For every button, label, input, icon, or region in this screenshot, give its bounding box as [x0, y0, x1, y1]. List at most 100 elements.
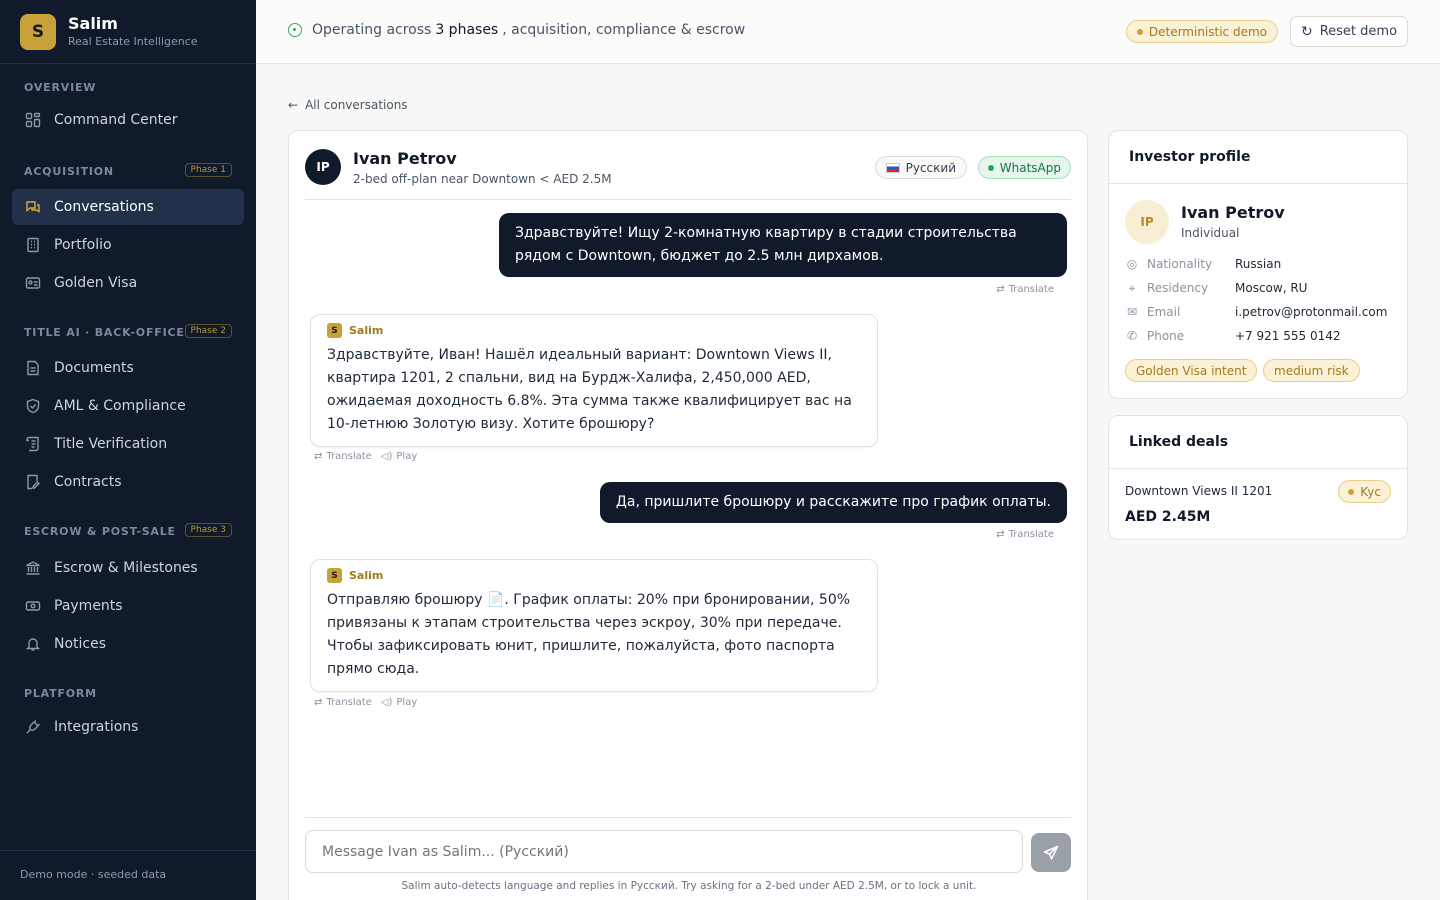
russian-flag-icon	[885, 162, 900, 173]
field-value[interactable]: +7 921 555 0142	[1235, 329, 1340, 343]
field-nationality: ◎ Nationality Russian	[1125, 255, 1395, 273]
message-incoming: S Salim Отправляю брошюру 📄. График опла…	[310, 559, 878, 692]
translate-label: Translate	[326, 451, 372, 462]
bell-icon	[24, 635, 42, 653]
sidebar-item-label: Title Verification	[54, 436, 168, 452]
brand[interactable]: S Salim Real Estate Intelligence	[0, 0, 256, 64]
sidebar-item-command-center[interactable]: Command Center	[12, 102, 244, 138]
scroll-icon	[24, 435, 42, 453]
field-residency: ⌖ Residency Moscow, RU	[1125, 279, 1395, 297]
phone-icon: ✆	[1126, 329, 1138, 343]
investor-type: Individual	[1181, 226, 1240, 240]
message-actions: ⇄ Translate	[996, 529, 1063, 540]
badge-dot-icon	[1136, 28, 1143, 35]
divider	[1109, 468, 1407, 469]
sidebar-item-escrow-milestones[interactable]: Escrow & Milestones	[12, 550, 244, 586]
phase-badge: Phase 1	[184, 163, 232, 177]
channel-dot-icon	[987, 164, 994, 171]
field-label: Phone	[1147, 329, 1185, 343]
send-icon	[1043, 845, 1059, 860]
sidebar-item-conversations[interactable]: Conversations	[12, 189, 244, 225]
play-button[interactable]: ◁) Play	[381, 697, 417, 708]
tag-golden-visa-intent: Golden Visa intent	[1125, 359, 1258, 382]
chat-icon	[24, 198, 42, 216]
translate-icon: ⇄	[314, 697, 323, 708]
status-line: Operating across 3 phases , acquisition,…	[288, 22, 745, 38]
message-actions: ⇄ Translate ◁) Play	[314, 697, 426, 708]
phase-badge: Phase 3	[184, 523, 232, 537]
section-label-title-ai: TITLE AI · BACK-OFFICE	[24, 326, 185, 339]
building-icon	[24, 236, 42, 254]
card-title: Investor profile	[1129, 149, 1251, 165]
message-sender: S Salim	[327, 323, 861, 338]
composer-hint: Salim auto-detects language and replies …	[401, 880, 977, 892]
message-text: Здравствуйте! Ищу 2-комнатную квартиру в…	[515, 225, 1017, 264]
card-title: Linked deals	[1129, 434, 1229, 450]
back-link-label: All conversations	[305, 98, 408, 112]
chat-panel: IP Ivan Petrov 2-bed off-plan near Downt…	[288, 130, 1088, 900]
avatar: IP	[305, 149, 341, 185]
translate-icon: ⇄	[996, 284, 1005, 295]
sidebar-footer: Demo mode · seeded data	[0, 850, 256, 900]
divider	[1109, 183, 1407, 184]
status-phases: 3 phases	[435, 22, 499, 38]
grid-icon	[24, 111, 42, 129]
demo-badge-label: Deterministic demo	[1148, 24, 1267, 39]
sidebar-item-label: Portfolio	[54, 237, 112, 253]
sidebar-item-integrations[interactable]: Integrations	[12, 709, 244, 745]
message-outgoing: Да, пришлите брошюру и расскажите про гр…	[599, 482, 1067, 523]
section-label-acquisition: ACQUISITION	[24, 165, 114, 178]
topbar: Operating across 3 phases , acquisition,…	[256, 0, 1440, 64]
sender-name: Salim	[349, 324, 384, 337]
sidebar-item-label: Integrations	[54, 719, 139, 735]
message-text: Да, пришлите брошюру и расскажите про гр…	[615, 494, 1051, 510]
field-label: Nationality	[1147, 257, 1213, 271]
message-sender: S Salim	[327, 568, 861, 583]
sidebar-item-notices[interactable]: Notices	[12, 626, 244, 662]
deal-amount: AED 2.45M	[1125, 509, 1211, 525]
field-value: Moscow, RU	[1235, 281, 1308, 295]
status-suffix: , acquisition, compliance & escrow	[502, 22, 746, 38]
mail-icon: ✉	[1126, 305, 1138, 319]
speaker-icon: ◁)	[380, 697, 393, 708]
sidebar-item-golden-visa[interactable]: Golden Visa	[12, 265, 244, 301]
sidebar-item-documents[interactable]: Documents	[12, 350, 244, 386]
field-label: Email	[1147, 305, 1181, 319]
field-phone: ✆ Phone +7 921 555 0142	[1125, 327, 1395, 345]
translate-button[interactable]: ⇄ Translate	[314, 697, 372, 708]
send-button[interactable]	[1031, 833, 1071, 872]
divider	[305, 817, 1071, 818]
sidebar-item-label: Golden Visa	[54, 275, 138, 291]
message-input[interactable]	[305, 830, 1023, 873]
tag-risk-level: medium risk	[1263, 359, 1360, 382]
chat-header: IP Ivan Petrov 2-bed off-plan near Downt…	[305, 147, 1071, 200]
phase-badge: Phase 2	[184, 324, 232, 338]
back-to-conversations-link[interactable]: ← All conversations	[288, 98, 408, 112]
deal-name[interactable]: Downtown Views II 1201	[1125, 484, 1272, 498]
sidebar-item-label: Command Center	[54, 112, 178, 128]
sidebar-item-aml-compliance[interactable]: AML & Compliance	[12, 388, 244, 424]
translate-button[interactable]: ⇄ Translate	[996, 284, 1054, 295]
sidebar-item-label: Escrow & Milestones	[54, 560, 198, 576]
reset-demo-label: Reset demo	[1319, 24, 1398, 39]
play-button[interactable]: ◁) Play	[381, 451, 417, 462]
field-value[interactable]: i.petrov@protonmail.com	[1235, 305, 1387, 319]
translate-button[interactable]: ⇄ Translate	[314, 451, 372, 462]
brand-subtitle: Real Estate Intelligence	[68, 35, 198, 48]
sidebar-item-contracts[interactable]: Contracts	[12, 464, 244, 500]
investor-profile-card: Investor profile IP Ivan Petrov Individu…	[1108, 130, 1408, 399]
sidebar-item-portfolio[interactable]: Portfolio	[12, 227, 244, 263]
message-actions: ⇄ Translate ◁) Play	[314, 451, 426, 462]
badge-dot-icon	[1348, 488, 1355, 495]
demo-badge: Deterministic demo	[1125, 20, 1278, 43]
sidebar-item-title-verification[interactable]: Title Verification	[12, 426, 244, 462]
language-badge: Русский	[874, 156, 967, 179]
message-text: Отправляю брошюру 📄. График оплаты: 20% …	[327, 592, 851, 677]
globe-icon: ◎	[1126, 257, 1138, 271]
translate-button[interactable]: ⇄ Translate	[996, 529, 1054, 540]
play-label: Play	[396, 451, 418, 462]
contact-subtitle: 2-bed off-plan near Downtown < AED 2.5M	[353, 172, 612, 186]
sidebar-item-payments[interactable]: Payments	[12, 588, 244, 624]
sidebar: S Salim Real Estate Intelligence OVERVIE…	[0, 0, 256, 900]
reset-demo-button[interactable]: ↻ Reset demo	[1290, 16, 1408, 47]
